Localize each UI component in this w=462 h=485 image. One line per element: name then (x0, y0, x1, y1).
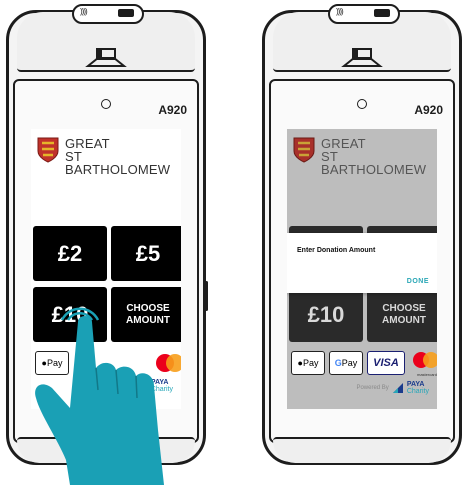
model-label: A920 (158, 103, 187, 117)
terminal-bottom-bar (273, 437, 451, 463)
mastercard-label: mastercard (416, 372, 437, 377)
organisation-header: GREAT ST BARTHOLOMEW (37, 135, 179, 176)
card-icon (374, 9, 390, 17)
terminal-top-bar: )))) (273, 4, 451, 72)
donation-amount-dialog: Enter Donation Amount DONE (287, 233, 437, 293)
dialog-title: Enter Donation Amount (297, 247, 376, 254)
organisation-name-line-2: ST BARTHOLOMEW (321, 149, 427, 177)
powered-by-paya: Powered By PAYA Charity (356, 381, 429, 395)
terminal-screen-dimmed: GREAT ST BARTHOLOMEW £10 CHOOSE AMOUNT ●… (287, 129, 437, 409)
choose-amount-line-1: CHOOSE (382, 302, 426, 314)
organisation-name-line-1: GREAT (321, 136, 366, 151)
organisation-header: GREAT ST BARTHOLOMEW (293, 135, 435, 176)
contactless-icon: )))) (80, 7, 88, 16)
model-label: A920 (414, 103, 443, 117)
organisation-name: GREAT ST BARTHOLOMEW (321, 137, 435, 176)
terminal-display-frame: A920 GREAT ST BARTHOLOMEW £10 CHOOSE AMO… (269, 79, 455, 443)
contactless-reader: )))) (72, 4, 144, 24)
contactless-reader: )))) (328, 4, 400, 24)
crest-icon (293, 137, 315, 163)
google-pay-label: Pay (341, 358, 358, 368)
printer-slot-icon (341, 48, 383, 67)
paya-line-1: PAYA (406, 381, 425, 388)
google-pay-badge: G Pay (329, 351, 363, 375)
donate-2-button[interactable]: £2 (33, 226, 107, 281)
google-icon: G (334, 358, 342, 368)
tapping-hand-icon (35, 307, 164, 485)
choose-amount-line-2: AMOUNT (382, 314, 426, 326)
organisation-name: GREAT ST BARTHOLOMEW (65, 137, 179, 176)
camera-icon (357, 99, 367, 109)
organisation-name-line-1: GREAT (65, 136, 110, 151)
donate-10-button: £10 (289, 287, 363, 342)
donate-5-button[interactable]: £5 (111, 226, 181, 281)
crest-icon (37, 137, 59, 163)
side-button[interactable] (205, 281, 208, 311)
paya-line-2: Charity (406, 388, 429, 395)
mastercard-icon (413, 352, 437, 368)
organisation-name-line-2: ST BARTHOLOMEW (65, 149, 171, 177)
apple-pay-badge: ● Pay (291, 351, 325, 375)
mastercard-badge: mastercard (409, 351, 437, 377)
powered-by-label: Powered By (356, 385, 389, 391)
camera-icon (101, 99, 111, 109)
contactless-icon: )))) (336, 7, 344, 16)
done-button[interactable]: DONE (407, 278, 429, 285)
choose-amount-button: CHOOSE AMOUNT (367, 287, 437, 342)
apple-pay-label: Pay (302, 358, 319, 368)
printer-slot-icon (85, 48, 127, 67)
paya-logo-icon (392, 383, 403, 393)
terminal-top-bar: )))) (17, 4, 195, 72)
payment-terminal-right: )))) A920 GREAT ST BARTHOLOMEW £10 CHOOS… (262, 4, 462, 465)
visa-badge: VISA (367, 351, 405, 375)
card-icon (118, 9, 134, 17)
